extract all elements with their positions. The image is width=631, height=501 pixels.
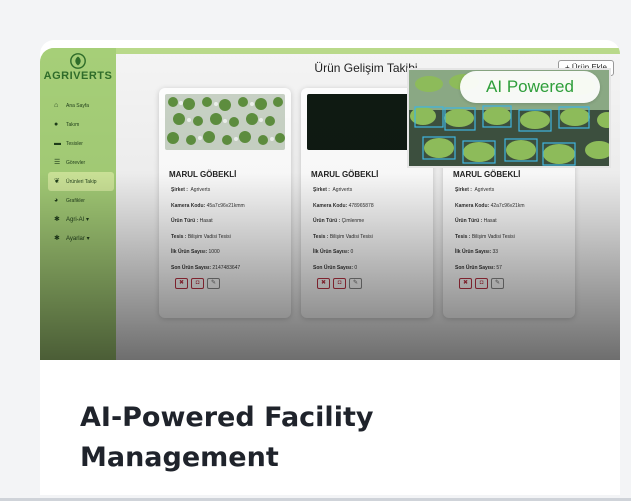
product-name: MARUL GÖBEKLİ — [453, 170, 521, 179]
sidebar-nav: ⌂ Ana Sayfa ● Takım ▬ Tesisler ☰ Görevler ❦ Ü… — [48, 96, 114, 248]
settings-icon: ✱ — [54, 235, 60, 242]
facility-row: Tesis : Bilişim Vadisi Tesisi — [171, 233, 231, 240]
camera-icon[interactable]: ◘ — [475, 278, 488, 289]
sidebar-item-label: Tesisler — [66, 140, 83, 147]
sidebar-item-agri-ai[interactable]: ✱ Agri-AI ▾ — [48, 210, 114, 229]
list-icon: ☰ — [54, 159, 61, 166]
sidebar: AGRIVERTS ⌂ Ana Sayfa ● Takım ▬ Tesisler ☰ G… — [40, 48, 116, 360]
last-count-row: Son Ürün Sayısı: 0 — [313, 264, 358, 271]
folder-icon: ▬ — [54, 140, 61, 147]
sidebar-item-facilities[interactable]: ▬ Tesisler — [48, 134, 114, 153]
first-count-row: İlk Ürün Sayısı: 1000 — [171, 249, 220, 255]
sidebar-item-charts[interactable]: ◕ Grafikler — [48, 191, 114, 210]
sidebar-item-tasks[interactable]: ☰ Görevler — [48, 153, 114, 172]
camera-row: Kamera Kodu: 42a7c96v21km — [455, 202, 525, 209]
sidebar-item-label: Takım — [66, 121, 80, 128]
facility-row: Tesis : Bilişim Vadisi Tesisi — [455, 233, 515, 240]
first-count-row: İlk Ürün Sayısı: 33 — [455, 249, 499, 255]
last-count-row: Son Ürün Sayısı: 2147483647 — [171, 264, 241, 271]
product-details: Şirket : Agriverts Kamera Kodu: 47896587… — [313, 186, 429, 279]
sidebar-item-label: Ana Sayfa — [66, 102, 90, 109]
feature-card[interactable]: AGRIVERTS ⌂ Ana Sayfa ● Takım ▬ Tesisler ☰ G… — [40, 40, 620, 495]
logo-text: AGRIVERTS — [43, 70, 113, 82]
product-card[interactable]: MARUL GÖBEKLİ Şirket : Agriverts Kamera … — [159, 88, 291, 318]
edit-icon[interactable]: ✎ — [207, 278, 220, 289]
home-icon: ⌂ — [54, 102, 59, 109]
sidebar-item-team[interactable]: ● Takım — [48, 115, 114, 134]
team-icon: ● — [54, 121, 59, 128]
gear-icon: ✱ — [54, 216, 60, 223]
camera-icon[interactable]: ◘ — [333, 278, 346, 289]
product-type-row: Ürün Türü : Çimlenme — [313, 218, 365, 224]
trash-icon[interactable]: ✖ — [317, 278, 330, 289]
company-row: Şirket : Agriverts — [171, 187, 211, 193]
product-type-row: Ürün Türü : Hasat — [171, 218, 213, 224]
facility-row: Tesis : Bilişim Vadisi Tesisi — [313, 233, 373, 240]
sidebar-item-label: Görevler — [66, 159, 86, 166]
product-name: MARUL GÖBEKLİ — [311, 170, 379, 179]
first-count-row: İlk Ürün Sayısı: 0 — [313, 249, 354, 255]
trash-icon[interactable]: ✖ — [175, 278, 188, 289]
sidebar-item-label: Ayarlar — [66, 235, 85, 242]
company-row: Şirket : Agriverts — [313, 187, 353, 193]
product-type-row: Ürün Türü : Hasat — [455, 218, 497, 224]
company-row: Şirket : Agriverts — [455, 187, 495, 193]
product-details: Şirket : Agriverts Kamera Kodu: 42a7c96v… — [455, 186, 571, 279]
sidebar-item-label: Agri-AI — [66, 216, 85, 223]
feature-heading-line: AI-Powered Facility — [80, 402, 374, 433]
camera-icon[interactable]: ◘ — [191, 278, 204, 289]
card-actions: ✖ ◘ ✎ — [175, 278, 220, 289]
ai-powered-badge: AI Powered — [460, 71, 600, 103]
camera-row: Kamera Kodu: 478965878 — [313, 202, 374, 209]
sidebar-item-label: Ürünleri Takip — [66, 178, 97, 185]
sidebar-item-home[interactable]: ⌂ Ana Sayfa — [48, 96, 114, 115]
leaf-logo-icon — [70, 53, 86, 69]
feature-heading: AI-Powered Facility Management — [80, 398, 580, 478]
card-actions: ✖ ◘ ✎ — [459, 278, 504, 289]
edit-icon[interactable]: ✎ — [491, 278, 504, 289]
chevron-down-icon: ▾ — [84, 236, 90, 242]
feature-heading-line: Management — [80, 442, 279, 473]
camera-row: Kamera Kodu: 45a7c96v21kmm — [171, 202, 245, 209]
page: AGRIVERTS ⌂ Ana Sayfa ● Takım ▬ Tesisler ☰ G… — [0, 0, 631, 501]
chart-icon: ◕ — [54, 197, 59, 204]
edit-icon[interactable]: ✎ — [349, 278, 362, 289]
chevron-down-icon: ▾ — [84, 217, 90, 223]
trash-icon[interactable]: ✖ — [459, 278, 472, 289]
logo: AGRIVERTS — [40, 52, 116, 82]
product-name: MARUL GÖBEKLİ — [169, 170, 237, 179]
product-details: Şirket : Agriverts Kamera Kodu: 45a7c96v… — [171, 186, 287, 279]
product-image — [165, 94, 285, 150]
sidebar-item-product-tracking[interactable]: ❦ Ürünleri Takip — [48, 172, 114, 191]
leaf-icon: ❦ — [54, 178, 60, 185]
sidebar-item-label: Grafikler — [66, 197, 85, 204]
sidebar-item-settings[interactable]: ✱ Ayarlar ▾ — [48, 229, 114, 248]
last-count-row: Son Ürün Sayısı: 57 — [455, 264, 502, 271]
card-actions: ✖ ◘ ✎ — [317, 278, 362, 289]
